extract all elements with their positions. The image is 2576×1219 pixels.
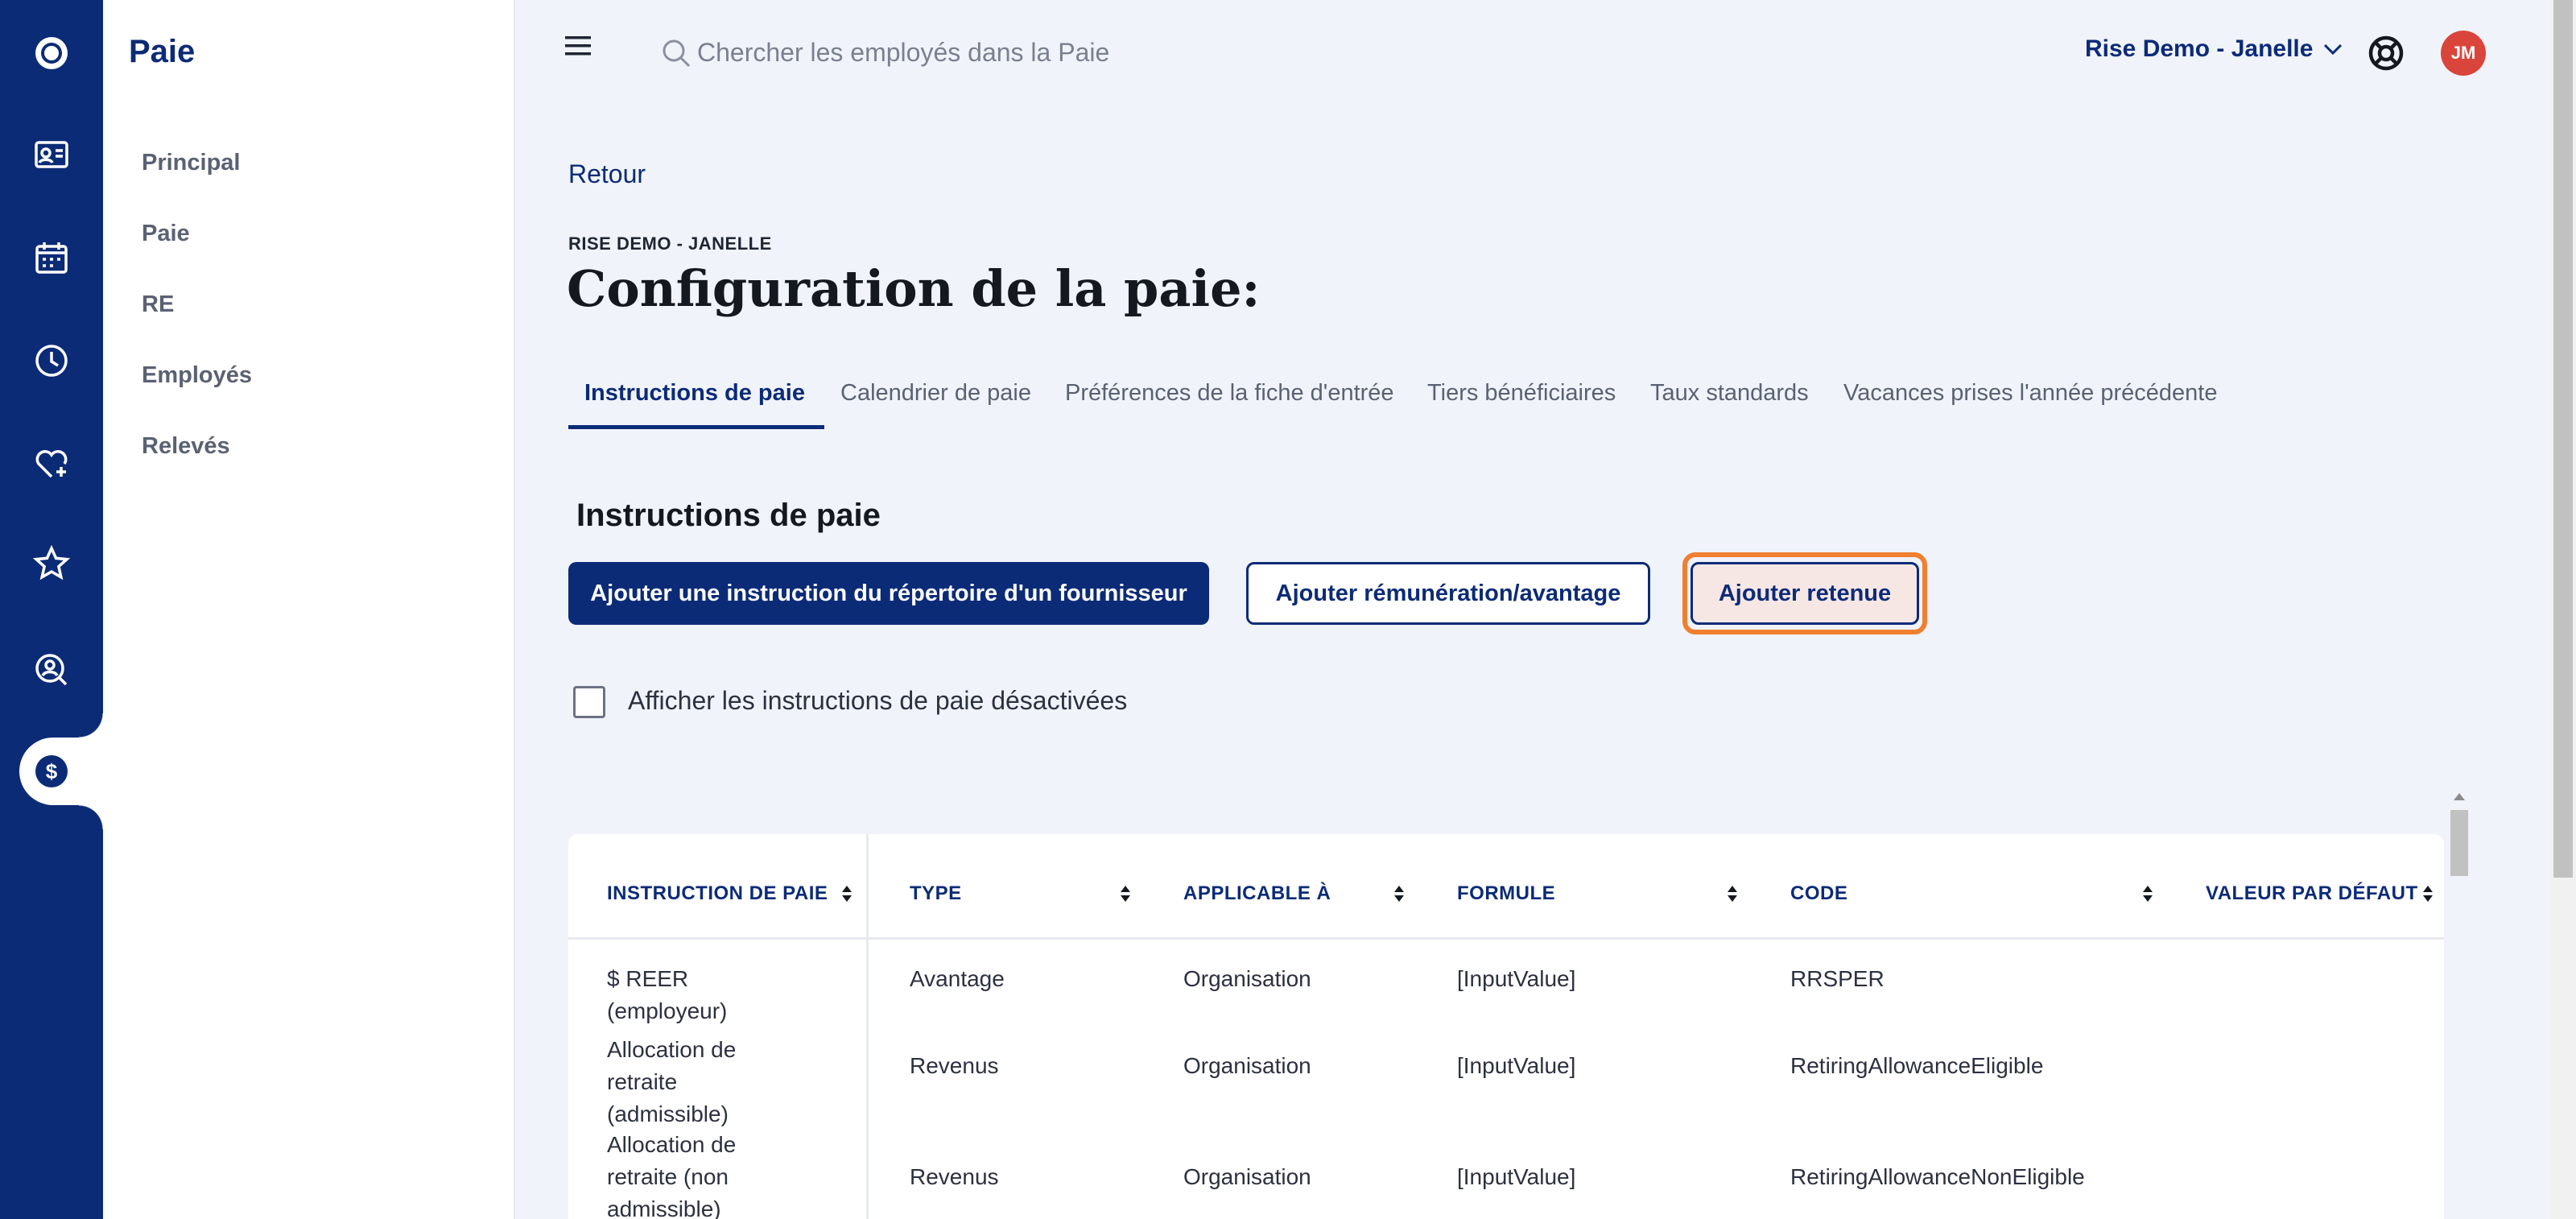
logo-icon[interactable] bbox=[0, 14, 103, 92]
add-earning-benefit-button[interactable]: Ajouter rémunération/avantage bbox=[1246, 562, 1650, 625]
hamburger-menu-icon[interactable] bbox=[564, 34, 592, 58]
sort-icon[interactable] bbox=[840, 882, 853, 905]
dollar-icon[interactable]: $ bbox=[0, 733, 103, 810]
clock-icon[interactable] bbox=[0, 322, 103, 399]
column-header-formula[interactable]: FORMULE bbox=[1457, 882, 1555, 905]
header-divider bbox=[568, 937, 2444, 940]
organization-label: RISE DEMO - JANELLE bbox=[568, 233, 772, 254]
cell-code: RetiringAllowanceNonEligible bbox=[1790, 1164, 2085, 1189]
cell-type: Revenus bbox=[910, 1164, 999, 1189]
search-person-icon[interactable] bbox=[0, 631, 103, 709]
employee-card-icon[interactable] bbox=[0, 116, 103, 193]
cell-type: Avantage bbox=[910, 966, 1005, 991]
tab-vacances-annee-precedente[interactable]: Vacances prises l'année précédente bbox=[1843, 380, 2217, 407]
column-header-default-value[interactable]: VALEUR PAR DÉFAUT bbox=[2206, 882, 2418, 905]
cell-code: RetiringAllowanceEligible bbox=[1790, 1053, 2044, 1078]
cell-formula: [InputValue] bbox=[1457, 1053, 1576, 1078]
sort-icon[interactable] bbox=[1726, 882, 1739, 905]
sidebar-item-re[interactable]: RE bbox=[142, 291, 174, 318]
icon-rail: $ bbox=[0, 0, 103, 1219]
tab-preferences-fiche-entree[interactable]: Préférences de la fiche d'entrée bbox=[1065, 380, 1394, 407]
cell-instruction[interactable]: Allocation de retraite (non admissible) bbox=[607, 1129, 784, 1219]
column-header-applicable[interactable]: APPLICABLE À bbox=[1183, 882, 1331, 905]
cell-code: RRSPER bbox=[1790, 966, 1885, 991]
cell-instruction[interactable]: $ REER (employeur) bbox=[607, 963, 784, 1027]
heart-plus-icon[interactable] bbox=[0, 425, 103, 502]
scroll-up-arrow-icon[interactable] bbox=[2450, 791, 2468, 804]
sidebar-item-principal[interactable]: Principal bbox=[142, 150, 241, 176]
section-title: Instructions de paie bbox=[576, 498, 881, 533]
sort-icon[interactable] bbox=[2421, 882, 2434, 905]
calendar-icon[interactable] bbox=[0, 219, 103, 296]
column-divider bbox=[866, 834, 869, 1219]
add-vendor-instruction-button[interactable]: Ajouter une instruction du répertoire d'… bbox=[568, 562, 1209, 625]
chevron-down-icon bbox=[2324, 43, 2343, 56]
employee-search-input[interactable] bbox=[697, 32, 1422, 72]
pay-instructions-table: INSTRUCTION DE PAIE TYPE APPLICABLE À FO… bbox=[568, 834, 2444, 1219]
add-deduction-button[interactable]: Ajouter retenue bbox=[1690, 562, 1919, 625]
cell-formula: [InputValue] bbox=[1457, 966, 1576, 991]
tab-taux-standards[interactable]: Taux standards bbox=[1650, 380, 1809, 407]
module-title: Paie bbox=[129, 34, 196, 69]
search-icon bbox=[663, 39, 691, 68]
sidebar-item-paie[interactable]: Paie bbox=[142, 221, 190, 247]
page-scrollbar-thumb[interactable] bbox=[2553, 0, 2573, 878]
cell-type: Revenus bbox=[910, 1053, 999, 1078]
table-scrollbar-thumb[interactable] bbox=[2450, 810, 2468, 876]
cell-formula: [InputValue] bbox=[1457, 1164, 1576, 1189]
sort-icon[interactable] bbox=[1393, 882, 1406, 905]
column-header-type[interactable]: TYPE bbox=[910, 882, 962, 905]
help-lifebuoy-icon[interactable] bbox=[2367, 34, 2405, 72]
cell-applicable: Organisation bbox=[1183, 966, 1311, 991]
column-header-code[interactable]: CODE bbox=[1790, 882, 1847, 905]
sort-icon[interactable] bbox=[1119, 882, 1132, 905]
user-avatar[interactable]: JM bbox=[2441, 31, 2486, 76]
cell-instruction[interactable]: Allocation de retraite (admissible) bbox=[607, 1034, 784, 1130]
module-sidebar: Paie Principal Paie RE Employés Relevés bbox=[103, 0, 515, 1219]
sort-icon[interactable] bbox=[2141, 882, 2154, 905]
active-tab-indicator bbox=[568, 425, 824, 429]
sidebar-item-releves[interactable]: Relevés bbox=[142, 433, 230, 460]
page-title: Configuration de la paie: bbox=[567, 259, 1261, 318]
tab-tiers-beneficiaires[interactable]: Tiers bénéficiaires bbox=[1427, 380, 1616, 407]
tab-calendrier-de-paie[interactable]: Calendrier de paie bbox=[840, 380, 1031, 407]
column-header-instruction[interactable]: INSTRUCTION DE PAIE bbox=[607, 882, 828, 905]
show-disabled-checkbox[interactable] bbox=[573, 686, 605, 718]
sidebar-item-employes[interactable]: Employés bbox=[142, 362, 252, 389]
organization-switcher[interactable]: Rise Demo - Janelle bbox=[2085, 35, 2343, 63]
show-disabled-label[interactable]: Afficher les instructions de paie désact… bbox=[628, 686, 1127, 716]
svg-text:$: $ bbox=[46, 759, 58, 783]
tab-instructions-de-paie[interactable]: Instructions de paie bbox=[584, 380, 805, 407]
cell-applicable: Organisation bbox=[1183, 1053, 1311, 1078]
cell-applicable: Organisation bbox=[1183, 1164, 1311, 1189]
star-icon[interactable] bbox=[0, 525, 103, 602]
settings-tabs: Instructions de paie Calendrier de paie … bbox=[568, 372, 2259, 433]
back-link[interactable]: Retour bbox=[568, 159, 646, 189]
organization-name: Rise Demo - Janelle bbox=[2085, 35, 2314, 62]
